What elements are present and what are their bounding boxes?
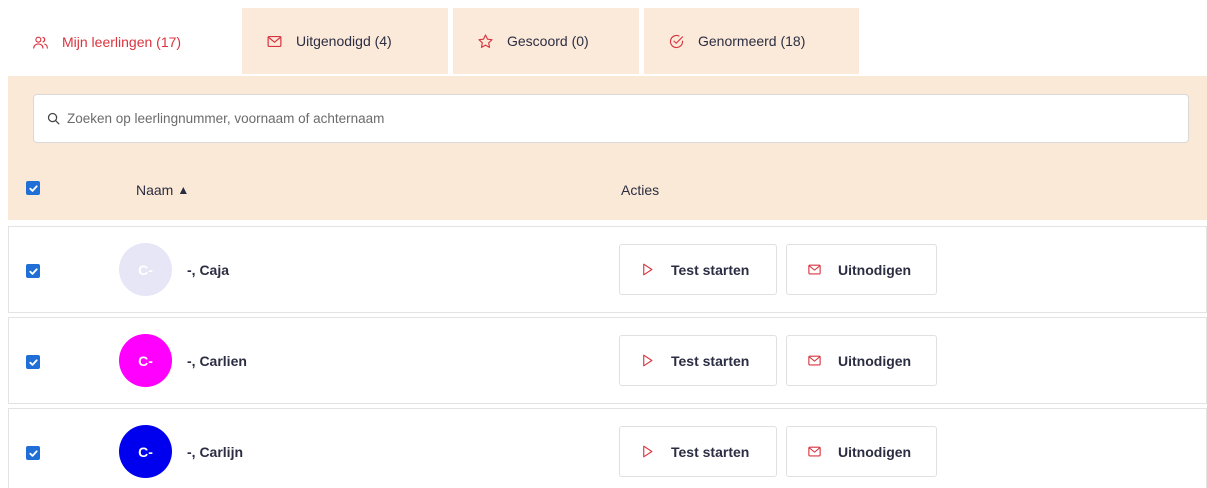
- star-icon: [478, 33, 493, 48]
- checkmark-icon: [28, 184, 38, 192]
- start-test-button[interactable]: Test starten: [619, 426, 777, 477]
- invite-label: Uitnodigen: [838, 443, 912, 460]
- tab-scored[interactable]: Gescoord (0): [453, 8, 639, 74]
- invite-button[interactable]: Uitnodigen: [786, 426, 937, 477]
- table-row: C- -, Caja Test starten Uitnodigen: [8, 226, 1207, 313]
- row-checkbox[interactable]: [26, 264, 40, 278]
- play-icon: [643, 445, 653, 458]
- checkmark-icon: [28, 267, 38, 275]
- column-header-name[interactable]: Naam ▲: [136, 182, 189, 198]
- student-overview: Mijn leerlingen (17) Uitgenodigd (4) Ges…: [0, 0, 1207, 488]
- student-name: -, Carlijn: [187, 444, 244, 460]
- start-test-label: Test starten: [671, 261, 750, 278]
- search-box: [33, 94, 1189, 143]
- table-row: C- -, Carlijn Test starten Uitnodigen: [8, 408, 1207, 488]
- search-input[interactable]: [67, 111, 1188, 126]
- play-icon: [643, 354, 653, 367]
- table-row: C- -, Carlien Test starten Uitnodigen: [8, 317, 1207, 404]
- play-icon: [643, 263, 653, 276]
- envelope-icon: [808, 446, 821, 457]
- row-checkbox[interactable]: [26, 446, 40, 460]
- envelope-icon: [808, 264, 821, 275]
- tab-label: Uitgenodigd (4): [296, 33, 392, 49]
- check-circle-icon: [669, 34, 684, 48]
- avatar: C-: [119, 425, 172, 478]
- avatar: C-: [119, 334, 172, 387]
- tab-label: Mijn leerlingen (17): [62, 34, 182, 50]
- start-test-button[interactable]: Test starten: [619, 335, 777, 386]
- search-icon: [47, 112, 60, 125]
- row-checkbox[interactable]: [26, 355, 40, 369]
- tab-bar: Mijn leerlingen (17) Uitgenodigd (4) Ges…: [8, 8, 864, 76]
- tab-label: Genormeerd (18): [698, 33, 806, 49]
- sort-ascending-icon: ▲: [177, 183, 190, 197]
- invite-button[interactable]: Uitnodigen: [786, 244, 937, 295]
- student-name: -, Caja: [187, 262, 230, 278]
- users-icon: [33, 36, 48, 49]
- column-header-actions: Acties: [621, 182, 660, 198]
- invite-button[interactable]: Uitnodigen: [786, 335, 937, 386]
- tab-normed[interactable]: Genormeerd (18): [644, 8, 859, 74]
- column-header-name-label: Naam: [136, 182, 174, 198]
- select-all-checkbox[interactable]: [26, 181, 40, 195]
- tab-my-students[interactable]: Mijn leerlingen (17): [8, 8, 237, 76]
- avatar: C-: [119, 243, 172, 296]
- envelope-icon: [808, 355, 821, 366]
- start-test-label: Test starten: [671, 443, 750, 460]
- tab-invited[interactable]: Uitgenodigd (4): [242, 8, 448, 74]
- tab-label: Gescoord (0): [507, 33, 589, 49]
- invite-label: Uitnodigen: [838, 261, 912, 278]
- invite-label: Uitnodigen: [838, 352, 912, 369]
- start-test-button[interactable]: Test starten: [619, 244, 777, 295]
- student-name: -, Carlien: [187, 353, 247, 369]
- start-test-label: Test starten: [671, 352, 750, 369]
- checkmark-icon: [28, 358, 38, 366]
- envelope-icon: [267, 35, 282, 47]
- checkmark-icon: [28, 449, 38, 457]
- filter-panel: Naam ▲ Acties: [8, 76, 1207, 220]
